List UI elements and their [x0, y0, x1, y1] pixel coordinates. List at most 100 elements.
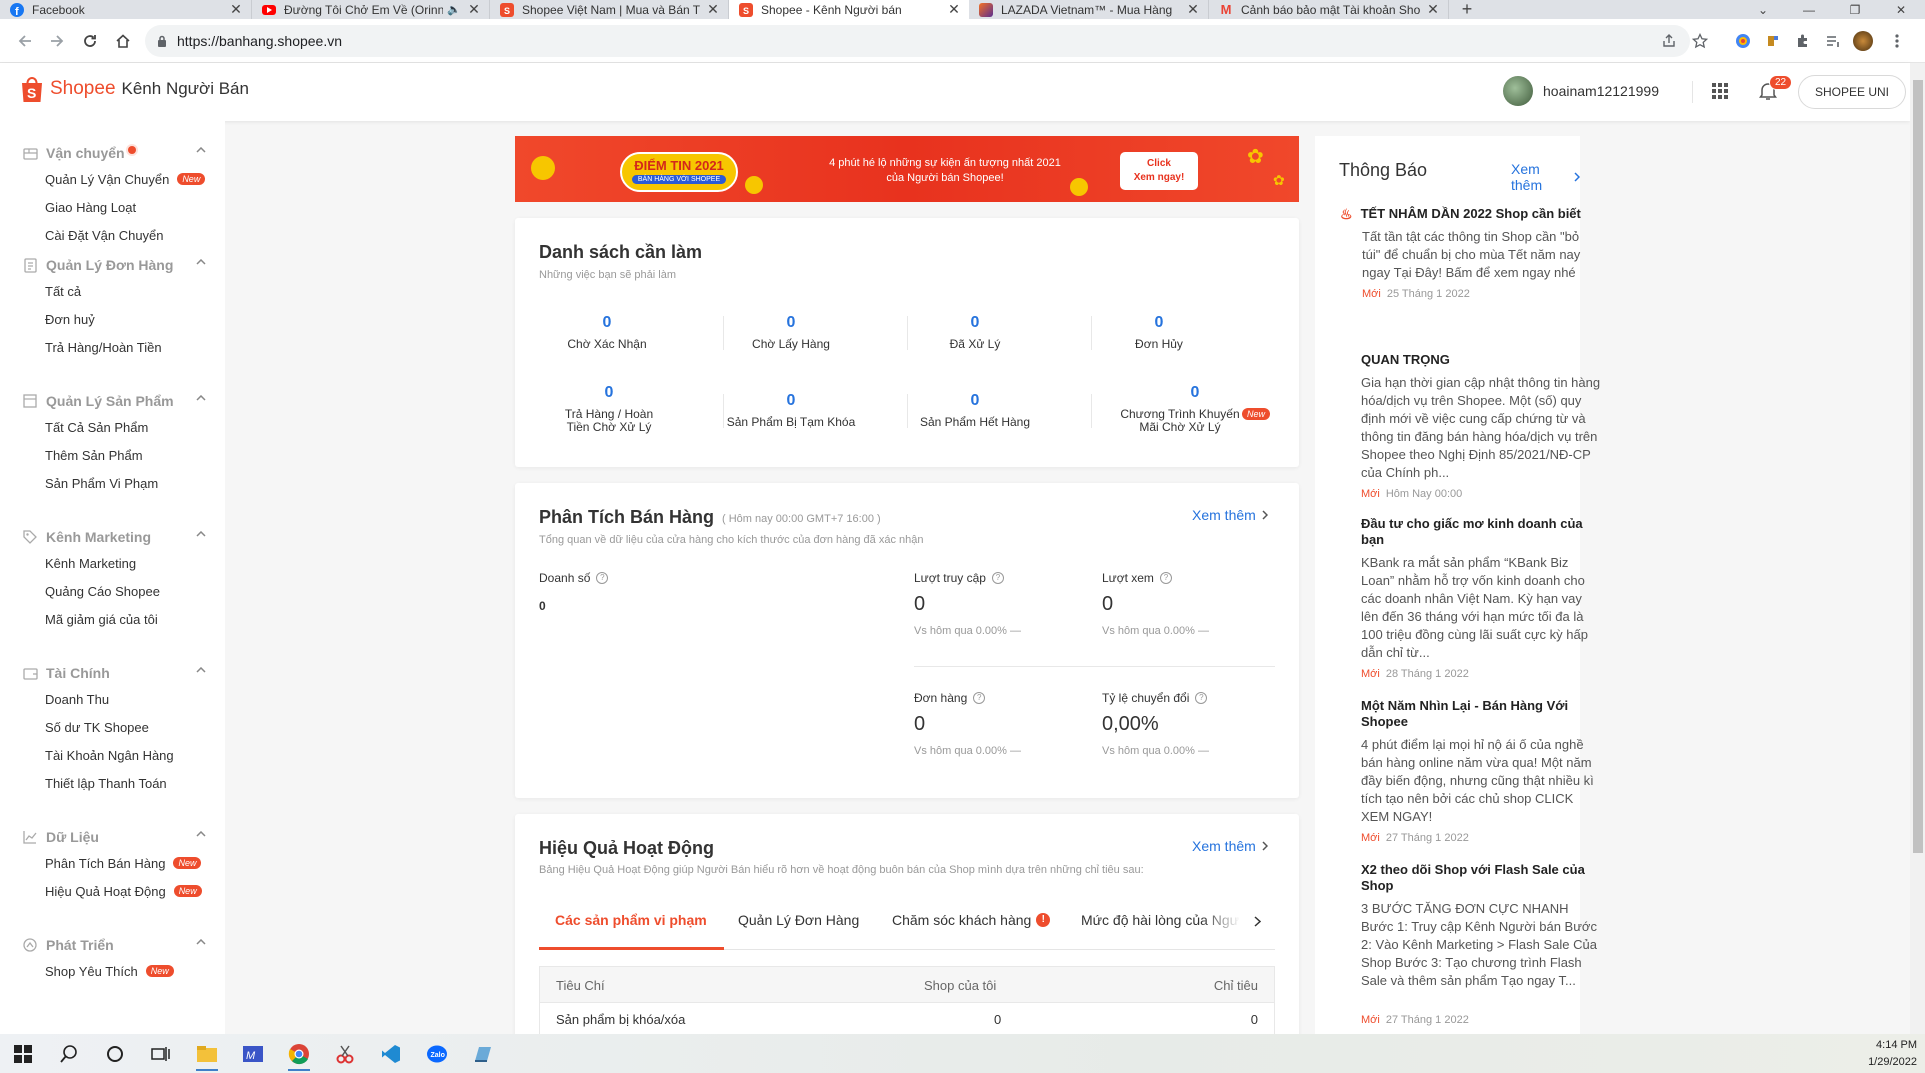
notification-item[interactable]: QUAN TRỌNG Gia hạn thời gian cập nhật th… — [1361, 352, 1601, 500]
sidebar-item-cancelled[interactable]: Đơn huỷ — [0, 305, 225, 333]
todo-item[interactable]: 0 Chờ Xác Nhận — [515, 314, 699, 351]
sidebar-item-performance[interactable]: Hiệu Quả Hoạt Động New — [0, 877, 225, 905]
file-explorer-icon[interactable] — [184, 1034, 230, 1073]
sidebar-item-shopee-ads[interactable]: Quảng Cáo Shopee — [0, 577, 225, 605]
lock-icon[interactable] — [157, 35, 167, 47]
user-menu[interactable]: hoainam12121999 — [1503, 76, 1659, 106]
chrome-icon[interactable] — [276, 1034, 322, 1073]
chevron-up-icon[interactable] — [196, 259, 206, 265]
todo-item[interactable]: 0 Sản Phẩm Hết Hàng — [883, 392, 1067, 429]
zalo-icon[interactable]: Zalo — [414, 1034, 460, 1073]
home-icon[interactable] — [112, 30, 134, 52]
shopee-uni-button[interactable]: SHOPEE UNI — [1798, 75, 1906, 109]
minimize-button[interactable]: — — [1786, 0, 1832, 19]
sidebar-item-favorite-shop[interactable]: Shop Yêu Thích New — [0, 957, 225, 985]
vscode-icon[interactable] — [368, 1034, 414, 1073]
notification-item[interactable]: ♨ TẾT NHÂM DẦN 2022 Shop cần biết Tất tần… — [1340, 206, 1600, 300]
sidebar-item-bank-account[interactable]: Tài Khoản Ngân Hàng — [0, 741, 225, 769]
notification-item[interactable]: Đầu tư cho giấc mơ kinh doanh của bạn KB… — [1361, 516, 1601, 680]
promo-banner[interactable]: ĐIỂM TIN 2021 BÁN HÀNG VỚI SHOPEE 4 phút… — [515, 136, 1299, 202]
color-extension-icon[interactable] — [1733, 31, 1753, 51]
todo-item[interactable]: 0 Chờ Lấy Hàng — [699, 314, 883, 351]
banner-cta-button[interactable]: Click Xem ngay! — [1120, 152, 1198, 190]
system-clock[interactable]: 4:14 PM 1/29/2022 — [1868, 1037, 1917, 1071]
todo-item[interactable]: 0 Trả Hàng / Hoàn Tiền Chờ Xử Lý — [559, 384, 659, 434]
sidebar-item-my-vouchers[interactable]: Mã giảm giá của tôi — [0, 605, 225, 633]
tab-violating-products[interactable]: Các sản phẩm vi phạm — [555, 912, 707, 928]
help-icon[interactable]: ? — [596, 572, 609, 584]
sidebar-item-marketing-channel[interactable]: Kênh Marketing — [0, 549, 225, 577]
pin-extension-icon[interactable] — [1763, 31, 1783, 51]
todo-item[interactable]: 0 Sản Phẩm Bị Tạm Khóa — [699, 392, 883, 429]
tab-shopee-seller[interactable]: S Shopee - Kênh Người bán ✕ — [729, 0, 969, 19]
cortana-icon[interactable] — [92, 1034, 138, 1073]
task-view-icon[interactable] — [138, 1034, 184, 1073]
todo-item[interactable]: 0 Đơn Hủy — [1067, 314, 1251, 351]
sidebar-item-bulk-shipping[interactable]: Giao Hàng Loạt — [0, 193, 225, 221]
profile-avatar-icon[interactable] — [1853, 31, 1873, 51]
chevron-up-icon[interactable] — [196, 831, 206, 837]
app-icon[interactable] — [460, 1034, 506, 1073]
close-icon[interactable]: ✕ — [706, 1, 720, 17]
tab-satisfaction[interactable]: Mức độ hài lòng của Ngư — [1081, 912, 1241, 928]
visual-studio-icon[interactable]: M — [230, 1034, 276, 1073]
tab-order-management[interactable]: Quản Lý Đơn Hàng — [738, 912, 859, 928]
todo-item[interactable]: 0 Chương Trình Khuyến Mãi Chờ Xử Lý New — [1095, 384, 1295, 434]
tab-shopee-vn[interactable]: S Shopee Việt Nam | Mua và Bán T ✕ — [490, 0, 729, 19]
tab-lazada[interactable]: LAZADA Vietnam™ - Mua Hàng ✕ — [969, 0, 1209, 19]
sidebar-group-header[interactable]: Tài Chính — [0, 661, 225, 685]
help-icon[interactable]: ? — [991, 572, 1004, 584]
close-icon[interactable]: ✕ — [947, 1, 961, 17]
back-icon[interactable] — [14, 30, 36, 52]
performance-see-more-link[interactable]: Xem thêm — [1192, 838, 1268, 854]
playlist-icon[interactable] — [1823, 31, 1843, 51]
sidebar-item-violating-products[interactable]: Sản Phẩm Vi Phạm — [0, 469, 225, 497]
sidebar-item-all-orders[interactable]: Tất cả — [0, 277, 225, 305]
sidebar-item-shipping-settings[interactable]: Cài Đặt Vận Chuyển — [0, 221, 225, 249]
speaker-icon[interactable]: 🔈 — [447, 3, 461, 16]
tab-facebook[interactable]: f Facebook ✕ — [0, 0, 252, 19]
notification-item[interactable]: X2 theo dõi Shop với Flash Sale của Shop… — [1361, 862, 1601, 1026]
scrollbar-thumb[interactable] — [1913, 80, 1923, 853]
apps-grid-icon[interactable] — [1712, 83, 1728, 99]
close-window-button[interactable]: ✕ — [1878, 0, 1924, 19]
close-icon[interactable]: ✕ — [467, 1, 481, 17]
sidebar-group-header[interactable]: Quản Lý Sản Phẩm — [0, 389, 225, 413]
chevron-up-icon[interactable] — [196, 395, 206, 401]
help-icon[interactable]: ? — [1159, 572, 1172, 584]
address-bar[interactable]: https://banhang.shopee.vn — [145, 25, 1690, 57]
chevron-up-icon[interactable] — [196, 531, 206, 537]
sidebar-item-all-products[interactable]: Tất Cả Sản Phẩm — [0, 413, 225, 441]
tab-customer-care[interactable]: Chăm sóc khách hàng ! — [892, 912, 1051, 928]
share-icon[interactable] — [1659, 31, 1679, 51]
sidebar-group-header[interactable]: Quản Lý Đơn Hàng — [0, 253, 225, 277]
notification-bell[interactable]: 22 — [1759, 75, 1793, 101]
shopee-logo[interactable]: S Shopee Kênh Người Bán — [20, 75, 249, 103]
sidebar-group-header[interactable]: Phát Triển — [0, 933, 225, 957]
sidebar-group-header[interactable]: Vận chuyển — [0, 141, 225, 165]
sidebar-item-shipping-management[interactable]: Quản Lý Vận Chuyển New — [0, 165, 225, 193]
sidebar-item-add-product[interactable]: Thêm Sản Phẩm — [0, 441, 225, 469]
notifications-see-more-link[interactable]: Xem thêm — [1511, 161, 1580, 193]
snipping-tool-icon[interactable] — [322, 1034, 368, 1073]
new-tab-button[interactable]: + — [1449, 0, 1485, 19]
sidebar-group-header[interactable]: Dữ Liệu — [0, 825, 225, 849]
sidebar-item-sales-analytics[interactable]: Phân Tích Bán Hàng New — [0, 849, 225, 877]
restore-button[interactable]: ❐ — [1832, 0, 1878, 19]
tab-youtube[interactable]: Đường Tôi Chở Em Về (Orinn 🔈 ✕ — [252, 0, 490, 19]
help-icon[interactable]: ? — [1195, 692, 1208, 704]
chevron-up-icon[interactable] — [196, 147, 206, 153]
help-icon[interactable]: ? — [973, 692, 986, 704]
tab-gmail[interactable]: M Cảnh báo bảo mật Tài khoản Sho ✕ — [1209, 0, 1449, 19]
bookmark-star-icon[interactable] — [1690, 31, 1710, 51]
sidebar-group-header[interactable]: Kênh Marketing — [0, 525, 225, 549]
tab-search-icon[interactable]: ⌄ — [1740, 0, 1786, 19]
puzzle-icon[interactable] — [1793, 31, 1813, 51]
forward-icon[interactable] — [46, 30, 68, 52]
sidebar-item-returns[interactable]: Trả Hàng/Hoàn Tiền — [0, 333, 225, 361]
close-icon[interactable]: ✕ — [229, 1, 243, 17]
close-icon[interactable]: ✕ — [1426, 1, 1440, 17]
sidebar-item-payment-settings[interactable]: Thiết lập Thanh Toán — [0, 769, 225, 797]
chevron-up-icon[interactable] — [196, 939, 206, 945]
sales-see-more-link[interactable]: Xem thêm — [1192, 507, 1268, 523]
